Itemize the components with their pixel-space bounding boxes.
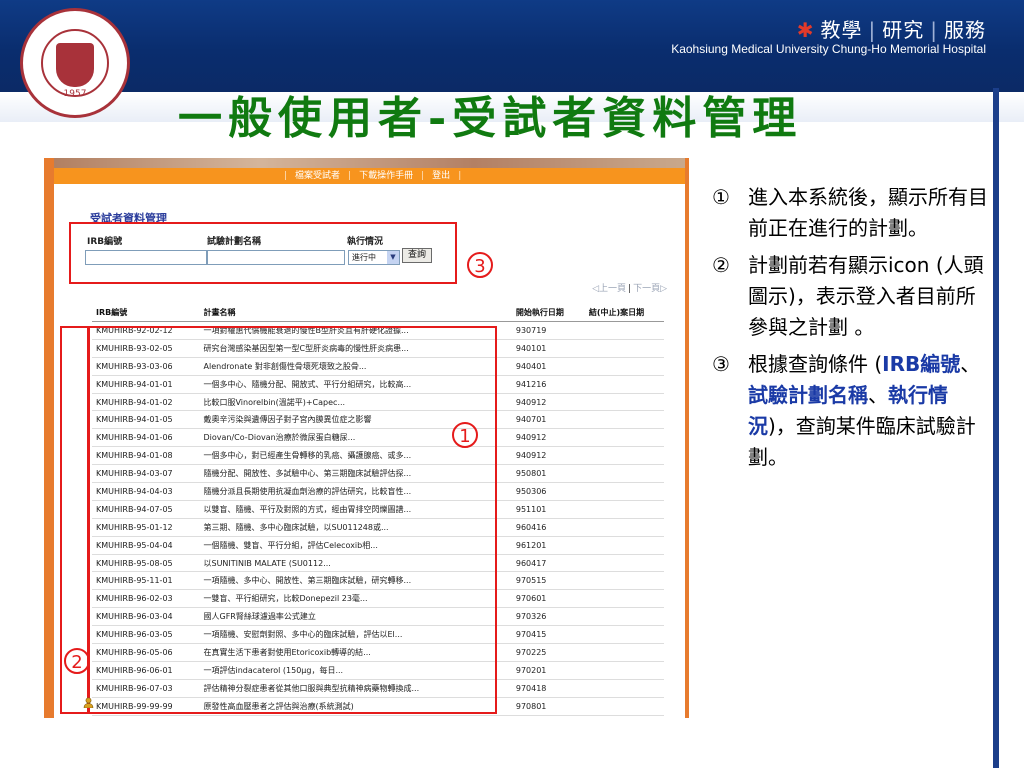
row-start: 970601: [511, 589, 585, 609]
row-start: 960417: [511, 554, 585, 573]
row-end: [584, 339, 664, 358]
row-end: [584, 482, 664, 501]
university-logo: 1957: [20, 8, 130, 118]
row-start: 961201: [511, 536, 585, 555]
row-end: [584, 661, 664, 680]
row-start: 970201: [511, 661, 585, 680]
motto-teaching: 教學: [820, 18, 863, 42]
status-select[interactable]: 進行中 ▼: [348, 250, 400, 265]
project-list-highlight: [87, 326, 497, 714]
status-label: 執行情況: [347, 237, 384, 247]
search-form-highlight: IRB編號 試驗計劃名稱 執行情況 進行中 ▼ 查詢: [69, 222, 457, 284]
col-header-irb[interactable]: IRB編號: [92, 304, 200, 322]
marker-two: 2: [64, 648, 90, 674]
notes-list: ① 進入本系統後，顯示所有目前正在進行的計劃。 ② 計劃前若有顯示icon (人…: [712, 182, 992, 479]
motto-research: 研究: [882, 18, 925, 42]
top-banner: ✱ 教學 | 研究 | 服務 Kaohsiung Medical University C…: [0, 0, 1024, 92]
row-end: [584, 428, 664, 448]
right-accent-bar: [993, 88, 999, 768]
slide-title: 一般使用者-受試者資料管理: [178, 93, 803, 144]
screenshot-header-image: [44, 158, 689, 168]
col-header-start[interactable]: 開始執行日期: [511, 304, 585, 322]
row-start: 940701: [511, 410, 585, 430]
row-start: 970225: [511, 643, 585, 662]
nav-link-subjects[interactable]: 檔案受試者: [295, 171, 340, 181]
logo-shield-icon: [56, 43, 94, 87]
row-start: 940401: [511, 357, 585, 376]
row-start: 940912: [511, 393, 585, 412]
row-start: 940912: [511, 446, 585, 466]
row-end: [584, 410, 664, 430]
marker-three: 3: [467, 252, 493, 278]
row-end: [584, 697, 664, 716]
row-end: [584, 357, 664, 376]
chevron-down-icon: ▼: [387, 251, 399, 264]
irb-label: IRB編號: [87, 237, 123, 247]
plan-name-label: 試驗計劃名稱: [207, 237, 262, 247]
row-start: 960416: [511, 518, 585, 537]
screenshot-right-border: [685, 158, 689, 718]
table-header-row: IRB編號 計畫名稱 開始執行日期 結(中止)案日期: [92, 304, 664, 322]
row-end: [584, 589, 664, 609]
row-end: [584, 536, 664, 555]
hospital-name: Kaohsiung Medical University Chung-Ho Me…: [671, 42, 986, 56]
row-end: [584, 518, 664, 537]
row-start: 930719: [511, 321, 585, 340]
row-start: 940912: [511, 428, 585, 448]
row-start: 940101: [511, 339, 585, 358]
person-icon[interactable]: [83, 697, 94, 708]
motto-service: 服務: [944, 18, 986, 42]
row-start: 970515: [511, 571, 585, 591]
row-end: [584, 321, 664, 340]
query-button[interactable]: 查詢: [402, 248, 432, 263]
next-page-link[interactable]: 下一頁▷: [633, 284, 667, 294]
row-end: [584, 554, 664, 573]
row-start: 970326: [511, 607, 585, 627]
row-start: 970415: [511, 625, 585, 645]
row-start: 970418: [511, 679, 585, 698]
col-header-name[interactable]: 計畫名稱: [199, 304, 512, 322]
note-2: ② 計劃前若有顯示icon (人頭圖示)，表示登入者目前所參與之計劃 。: [712, 253, 984, 339]
screenshot-left-border: [44, 158, 54, 718]
row-start: 950801: [511, 464, 585, 484]
pager: ◁上一頁 | 下一頁▷: [592, 284, 667, 294]
col-header-end[interactable]: 結(中止)案日期: [584, 304, 664, 322]
row-start: 950306: [511, 482, 585, 501]
row-end: [584, 607, 664, 627]
row-end: [584, 446, 664, 466]
row-end: [584, 625, 664, 645]
marker-one: 1: [452, 422, 478, 448]
row-end: [584, 500, 664, 519]
motto: ✱ 教學 | 研究 | 服務: [796, 18, 986, 42]
row-end: [584, 464, 664, 484]
row-end: [584, 679, 664, 698]
prev-page-link[interactable]: ◁上一頁: [592, 284, 626, 294]
star-icon: ✱: [796, 18, 815, 42]
plan-name-input[interactable]: [207, 250, 345, 265]
row-start: 941216: [511, 375, 585, 394]
nav-link-logout[interactable]: 登出: [432, 171, 450, 181]
logo-year: 1957: [63, 89, 87, 99]
row-start: 970801: [511, 697, 585, 716]
note-1: ① 進入本系統後，顯示所有目前正在進行的計劃。: [712, 185, 988, 240]
screenshot-nav-bar: | 檔案受試者 | 下載操作手冊 | 登出 |: [54, 168, 685, 184]
note-3: ③ 根據查詢條件 (IRB編號、試驗計劃名稱、執行情況)，查詢某件臨床試驗計劃。: [712, 352, 981, 469]
row-end: [584, 393, 664, 412]
row-start: 951101: [511, 500, 585, 519]
irb-input[interactable]: [85, 250, 207, 265]
row-end: [584, 643, 664, 662]
row-end: [584, 375, 664, 394]
nav-link-manual[interactable]: 下載操作手冊: [359, 171, 413, 181]
row-end: [584, 571, 664, 591]
